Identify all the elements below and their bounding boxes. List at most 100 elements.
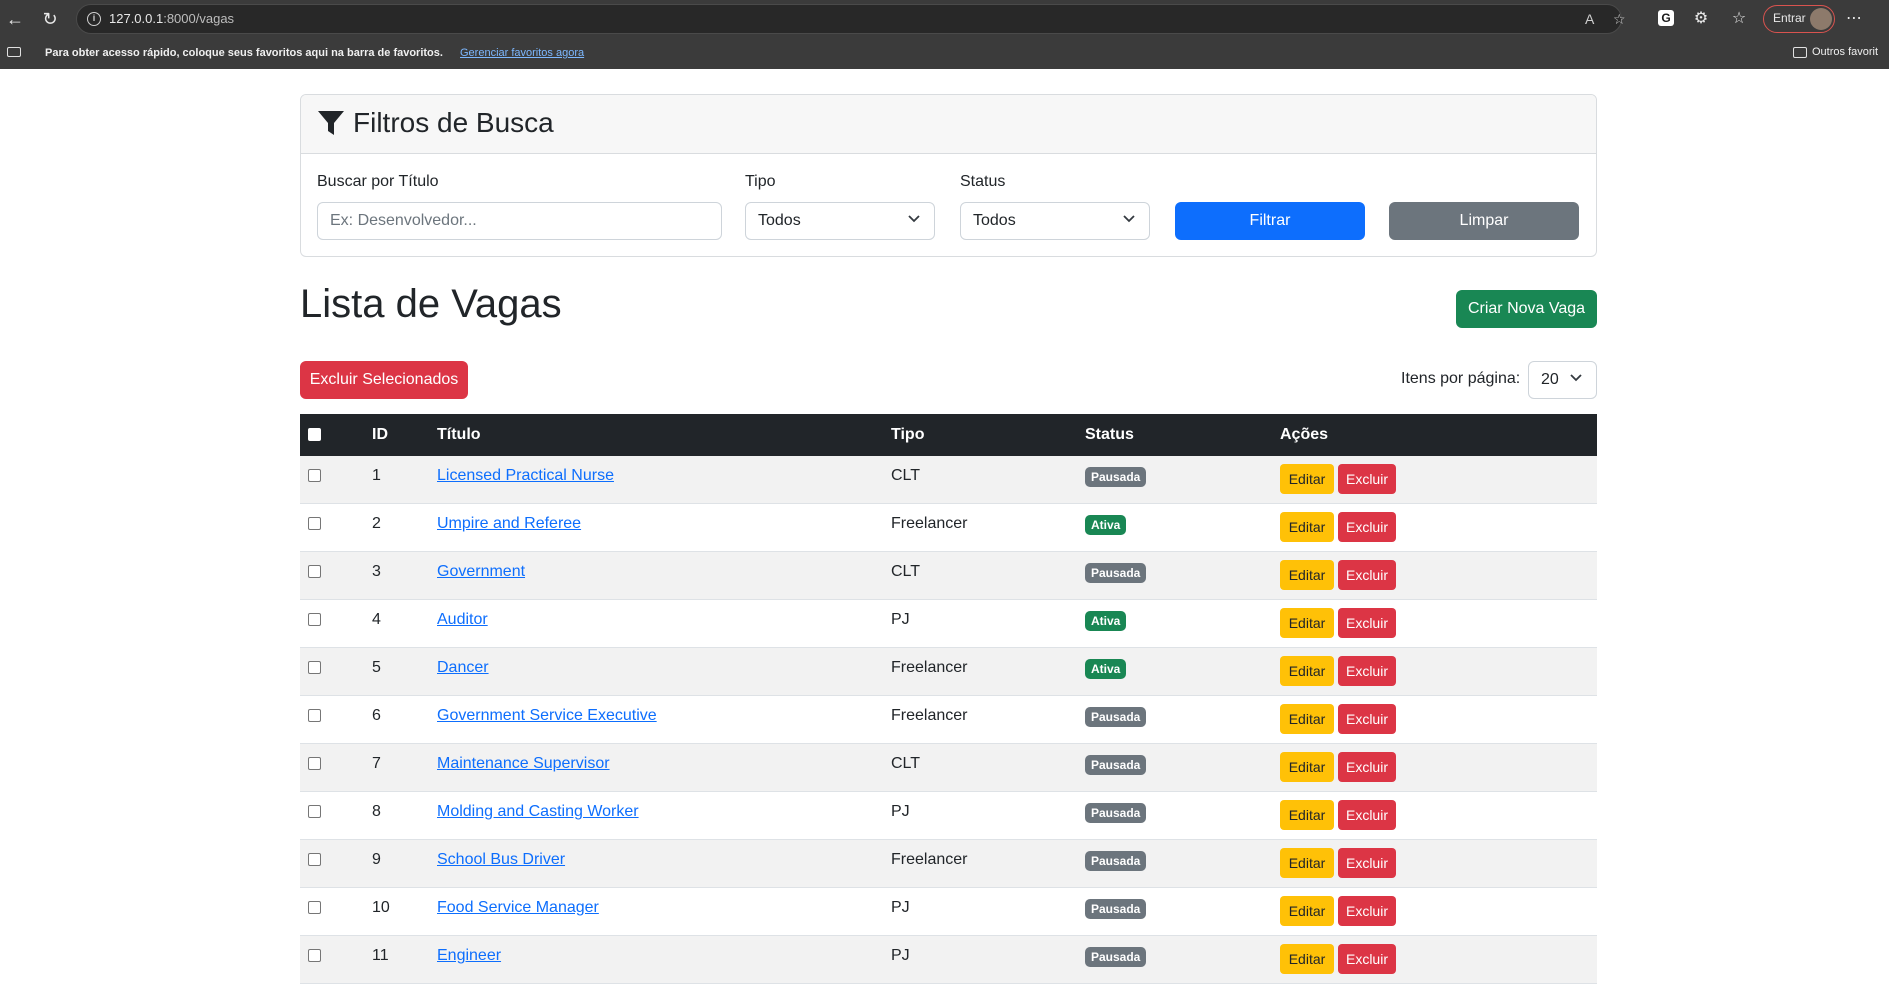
row-title-link[interactable]: Licensed Practical Nurse (437, 467, 614, 485)
address-bar[interactable]: i 127.0.0.1:8000/vagas A ☆ (76, 4, 1626, 34)
table-row: 10 Food Service Manager PJ Pausada Editar Exc… (300, 888, 1597, 936)
row-checkbox[interactable] (308, 757, 321, 770)
delete-button[interactable]: Excluir (1338, 896, 1396, 926)
table-row: 1 Licensed Practical Nurse CLT Pausada Edita… (300, 456, 1597, 504)
browser-toolbar: ← ↻ i 127.0.0.1:8000/vagas A ☆ G ⚙ ☆ Ent… (0, 0, 1889, 38)
row-title-link[interactable]: Auditor (437, 611, 488, 629)
row-checkbox[interactable] (308, 853, 321, 866)
row-type: CLT (891, 563, 921, 580)
row-title-link[interactable]: Umpire and Referee (437, 515, 581, 533)
filter-icon (318, 111, 344, 135)
row-checkbox[interactable] (308, 949, 321, 962)
delete-button[interactable]: Excluir (1338, 464, 1396, 494)
clear-button[interactable]: Limpar (1389, 202, 1579, 240)
other-favorites[interactable]: Outros favorit (1812, 46, 1878, 58)
row-checkbox[interactable] (308, 613, 321, 626)
delete-selected-button[interactable]: Excluir Selecionados (300, 361, 468, 399)
table-row: 8 Molding and Casting Worker PJ Pausada Edit… (300, 792, 1597, 840)
row-type: CLT (891, 467, 921, 484)
header-type: Tipo (891, 426, 925, 443)
row-id: 8 (372, 803, 381, 820)
header-status: Status (1085, 426, 1134, 443)
row-title-link[interactable]: Dancer (437, 659, 489, 677)
delete-button[interactable]: Excluir (1338, 944, 1396, 974)
more-menu-icon[interactable]: ⋯ (1843, 8, 1865, 28)
row-checkbox[interactable] (308, 469, 321, 482)
edit-button[interactable]: Editar (1280, 464, 1334, 494)
row-checkbox[interactable] (308, 901, 321, 914)
edit-button[interactable]: Editar (1280, 704, 1334, 734)
row-checkbox[interactable] (308, 709, 321, 722)
signin-button[interactable]: Entrar (1763, 5, 1835, 33)
edit-button[interactable]: Editar (1280, 896, 1334, 926)
edit-button[interactable]: Editar (1280, 848, 1334, 878)
back-icon[interactable]: ← (4, 8, 26, 30)
delete-button[interactable]: Excluir (1338, 560, 1396, 590)
table-body: 1 Licensed Practical Nurse CLT Pausada Edita… (300, 456, 1597, 984)
delete-button[interactable]: Excluir (1338, 800, 1396, 830)
favorites-message: Para obter acesso rápido, coloque seus f… (45, 47, 443, 59)
delete-button[interactable]: Excluir (1338, 512, 1396, 542)
filters-card: Filtros de Busca Buscar por Título Ex: D… (300, 94, 1597, 257)
delete-button[interactable]: Excluir (1338, 608, 1396, 638)
per-page-value: 20 (1541, 371, 1559, 388)
row-id: 4 (372, 611, 381, 628)
row-checkbox[interactable] (308, 661, 321, 674)
status-badge: Pausada (1085, 467, 1147, 487)
read-aloud-icon[interactable]: A (1585, 11, 1594, 27)
search-input[interactable]: Ex: Desenvolvedor... (317, 202, 722, 240)
row-type: PJ (891, 947, 910, 964)
table-row: 4 Auditor PJ Ativa Editar Excluir (300, 600, 1597, 648)
row-title-link[interactable]: Molding and Casting Worker (437, 803, 639, 821)
manage-favorites-link[interactable]: Gerenciar favoritos agora (460, 47, 584, 59)
extensions-icon[interactable]: ⚙ (1690, 8, 1712, 28)
status-badge: Pausada (1085, 707, 1147, 727)
edit-button[interactable]: Editar (1280, 560, 1334, 590)
page-title: Lista de Vagas (300, 282, 562, 326)
edit-button[interactable]: Editar (1280, 608, 1334, 638)
header-actions: Ações (1280, 426, 1329, 443)
per-page-select[interactable]: 20 (1528, 361, 1597, 399)
favorites-icon[interactable]: ☆ (1728, 8, 1750, 28)
row-title-link[interactable]: Government (437, 563, 525, 581)
status-select[interactable]: Todos (960, 202, 1150, 240)
table-header: ID Título Tipo Status Ações (300, 414, 1597, 456)
row-checkbox[interactable] (308, 565, 321, 578)
row-title-link[interactable]: Engineer (437, 947, 501, 965)
edit-button[interactable]: Editar (1280, 512, 1334, 542)
row-id: 1 (372, 467, 381, 484)
row-title-link[interactable]: Maintenance Supervisor (437, 755, 610, 773)
delete-button[interactable]: Excluir (1338, 848, 1396, 878)
favorites-bar: Para obter acesso rápido, coloque seus f… (0, 38, 1889, 69)
status-badge: Pausada (1085, 851, 1147, 871)
row-id: 3 (372, 563, 381, 580)
row-type: CLT (891, 755, 921, 772)
row-title-link[interactable]: Government Service Executive (437, 707, 657, 725)
filters-card-header: Filtros de Busca (301, 95, 1596, 154)
tipo-select[interactable]: Todos (745, 202, 935, 240)
delete-button[interactable]: Excluir (1338, 752, 1396, 782)
row-id: 5 (372, 659, 381, 676)
edit-button[interactable]: Editar (1280, 656, 1334, 686)
row-title-link[interactable]: Food Service Manager (437, 899, 599, 917)
edit-button[interactable]: Editar (1280, 800, 1334, 830)
edit-button[interactable]: Editar (1280, 752, 1334, 782)
row-checkbox[interactable] (308, 517, 321, 530)
delete-button[interactable]: Excluir (1338, 704, 1396, 734)
reload-icon[interactable]: ↻ (39, 8, 61, 30)
grammar-extension-icon[interactable]: G (1658, 10, 1674, 26)
create-job-button[interactable]: Criar Nova Vaga (1456, 290, 1597, 328)
favorite-star-icon[interactable]: ☆ (1613, 11, 1626, 28)
site-info-icon[interactable]: i (87, 12, 101, 26)
chevron-down-icon (1123, 215, 1135, 223)
row-title-link[interactable]: School Bus Driver (437, 851, 565, 869)
select-all-checkbox[interactable] (308, 428, 321, 441)
avatar (1810, 8, 1832, 30)
delete-button[interactable]: Excluir (1338, 656, 1396, 686)
edit-button[interactable]: Editar (1280, 944, 1334, 974)
filter-button[interactable]: Filtrar (1175, 202, 1365, 240)
chevron-down-icon (908, 215, 920, 223)
row-type: PJ (891, 803, 910, 820)
row-checkbox[interactable] (308, 805, 321, 818)
table-row: 9 School Bus Driver Freelancer Pausada Edita… (300, 840, 1597, 888)
